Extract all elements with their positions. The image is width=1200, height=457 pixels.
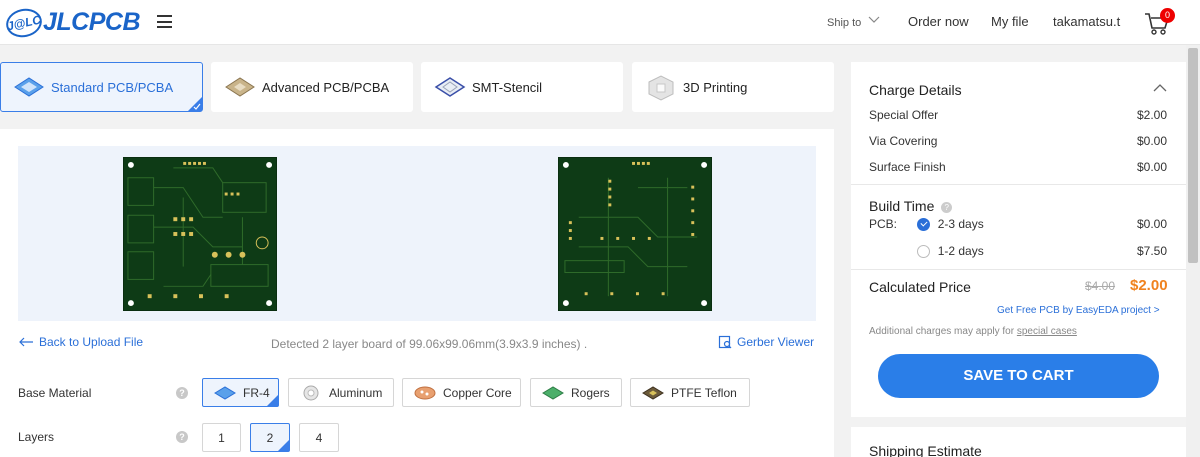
divider [851, 184, 1186, 185]
charge-value: $2.00 [1136, 108, 1167, 122]
divider [851, 269, 1186, 270]
tab-smt-stencil[interactable]: SMT-Stencil [421, 62, 623, 112]
shipping-estimate-panel: Shipping Estimate [851, 427, 1186, 457]
base-material-label: Base Material [18, 386, 92, 400]
base-material-rogers[interactable]: Rogers [530, 378, 622, 407]
tab-label: Advanced PCB/PCBA [262, 79, 390, 95]
ship-to-label[interactable]: Ship to [827, 17, 861, 29]
help-icon[interactable]: ? [176, 387, 188, 399]
scrollbar-thumb[interactable] [1188, 48, 1198, 263]
charge-label: Surface Finish [869, 160, 946, 174]
build-option-label: 1-2 days [937, 244, 984, 258]
charge-row-special-offer: Special Offer $2.00 [869, 108, 1167, 122]
menu-icon[interactable] [157, 15, 172, 28]
rogers-icon [542, 385, 564, 400]
chevron-down-icon[interactable] [868, 13, 880, 25]
base-material-copper-core[interactable]: Copper Core [402, 378, 521, 407]
charge-label: Via Covering [869, 134, 938, 148]
base-material-ptfe-teflon[interactable]: PTFE Teflon [630, 378, 750, 407]
back-to-upload-label: Back to Upload File [39, 335, 144, 349]
option-label: PTFE Teflon [671, 385, 737, 400]
tab-label: Standard PCB/PCBA [51, 79, 174, 95]
cart-count-badge: 0 [1160, 8, 1175, 23]
help-icon[interactable]: ? [941, 201, 953, 213]
help-icon[interactable]: ? [176, 431, 188, 443]
fr4-icon [214, 385, 236, 400]
shipping-estimate-title: Shipping Estimate [869, 443, 982, 457]
charge-details-title: Charge Details [869, 82, 962, 98]
charge-value: $0.00 [1136, 134, 1167, 148]
additional-note-text: Additional charges may apply for [869, 326, 1015, 337]
arrow-left-icon [19, 337, 33, 347]
option-label: Copper Core [443, 385, 512, 400]
new-price: $2.00 [1130, 277, 1168, 294]
option-label: Rogers [571, 385, 610, 400]
option-label: 2 [266, 430, 274, 445]
charge-row-surface-finish: Surface Finish $0.00 [869, 160, 1167, 174]
smt-stencil-icon [434, 77, 466, 97]
selected-check-icon [267, 395, 278, 406]
tab-label: 3D Printing [683, 79, 748, 95]
build-option-value: $0.00 [1136, 217, 1167, 231]
build-time-title: Build Time ? [869, 198, 953, 214]
charge-row-via-covering: Via Covering $0.00 [869, 134, 1167, 148]
logo-badge: J@LC [3, 5, 45, 40]
logo[interactable]: J@LC JLCPCB [3, 5, 141, 40]
username-link[interactable]: takamatsu.t [1053, 14, 1120, 29]
layers-label: Layers [18, 430, 55, 444]
free-pcb-link[interactable]: Get Free PCB by EasyEDA project > [997, 305, 1160, 316]
standard-pcb-icon [14, 77, 44, 97]
build-time-label: Build Time [869, 198, 935, 214]
back-to-upload-link[interactable]: Back to Upload File [18, 335, 143, 349]
ptfe-teflon-icon [642, 385, 664, 400]
charge-details-panel: Charge Details Special Offer $2.00 Via C… [851, 62, 1186, 417]
build-option-1-2-days[interactable]: 1-2 days $7.50 [869, 244, 1167, 259]
copper-core-icon [414, 386, 436, 399]
aluminum-icon [303, 385, 319, 400]
order-now-link[interactable]: Order now [908, 14, 969, 29]
board-preview [18, 146, 816, 321]
gerber-viewer-link[interactable]: Gerber Viewer [718, 335, 814, 349]
chevron-up-icon[interactable] [1153, 83, 1167, 93]
base-material-aluminum[interactable]: Aluminum [288, 378, 394, 407]
charge-value: $0.00 [1136, 160, 1167, 174]
radio-selected[interactable] [917, 218, 931, 232]
tab-label: SMT-Stencil [472, 79, 543, 95]
build-option-label: 2-3 days [937, 217, 984, 231]
additional-charges-note: Additional charges may apply for special… [869, 326, 1077, 337]
selected-check-icon [278, 440, 289, 451]
option-label: Aluminum [329, 385, 383, 400]
advanced-pcb-icon [225, 77, 255, 97]
build-option-2-3-days[interactable]: PCB: 2-3 days $0.00 [869, 217, 1167, 232]
base-material-fr4[interactable]: FR-4 [202, 378, 279, 407]
charge-label: Special Offer [869, 108, 939, 122]
build-option-value: $7.50 [1136, 244, 1167, 258]
radio-unselected[interactable] [917, 245, 931, 259]
tab-3d-printing[interactable]: 3D Printing [632, 62, 834, 112]
tab-standard-pcb[interactable]: Standard PCB/PCBA [0, 62, 203, 112]
option-label: FR-4 [243, 385, 270, 400]
layers-option-4[interactable]: 4 [299, 423, 339, 452]
option-label: 1 [218, 430, 225, 445]
calculated-price-label: Calculated Price [869, 279, 971, 295]
board-top-image [123, 157, 277, 311]
layers-option-2[interactable]: 2 [250, 423, 290, 452]
top-bar: J@LC JLCPCB Ship to Order now My file ta… [0, 0, 1200, 45]
detected-board-text: Detected 2 layer board of 99.06x99.06mm(… [271, 337, 588, 351]
old-price: $4.00 [1085, 279, 1116, 293]
layers-option-1[interactable]: 1 [202, 423, 241, 452]
save-to-cart-button[interactable]: SAVE TO CART [878, 354, 1159, 398]
gerber-viewer-label: Gerber Viewer [737, 335, 815, 349]
tab-advanced-pcb[interactable]: Advanced PCB/PCBA [211, 62, 413, 112]
main-panel: Back to Upload File Detected 2 layer boa… [0, 129, 834, 457]
selected-check-icon [188, 97, 202, 111]
pcb-label: PCB: [869, 217, 898, 231]
option-label: 4 [315, 430, 323, 445]
board-bottom-image [558, 157, 712, 311]
special-cases-link[interactable]: special cases [1017, 326, 1077, 337]
gerber-viewer-icon [718, 335, 732, 349]
my-file-link[interactable]: My file [991, 14, 1029, 29]
3d-printing-icon [648, 75, 674, 101]
logo-text: JLCPCB [43, 8, 141, 36]
